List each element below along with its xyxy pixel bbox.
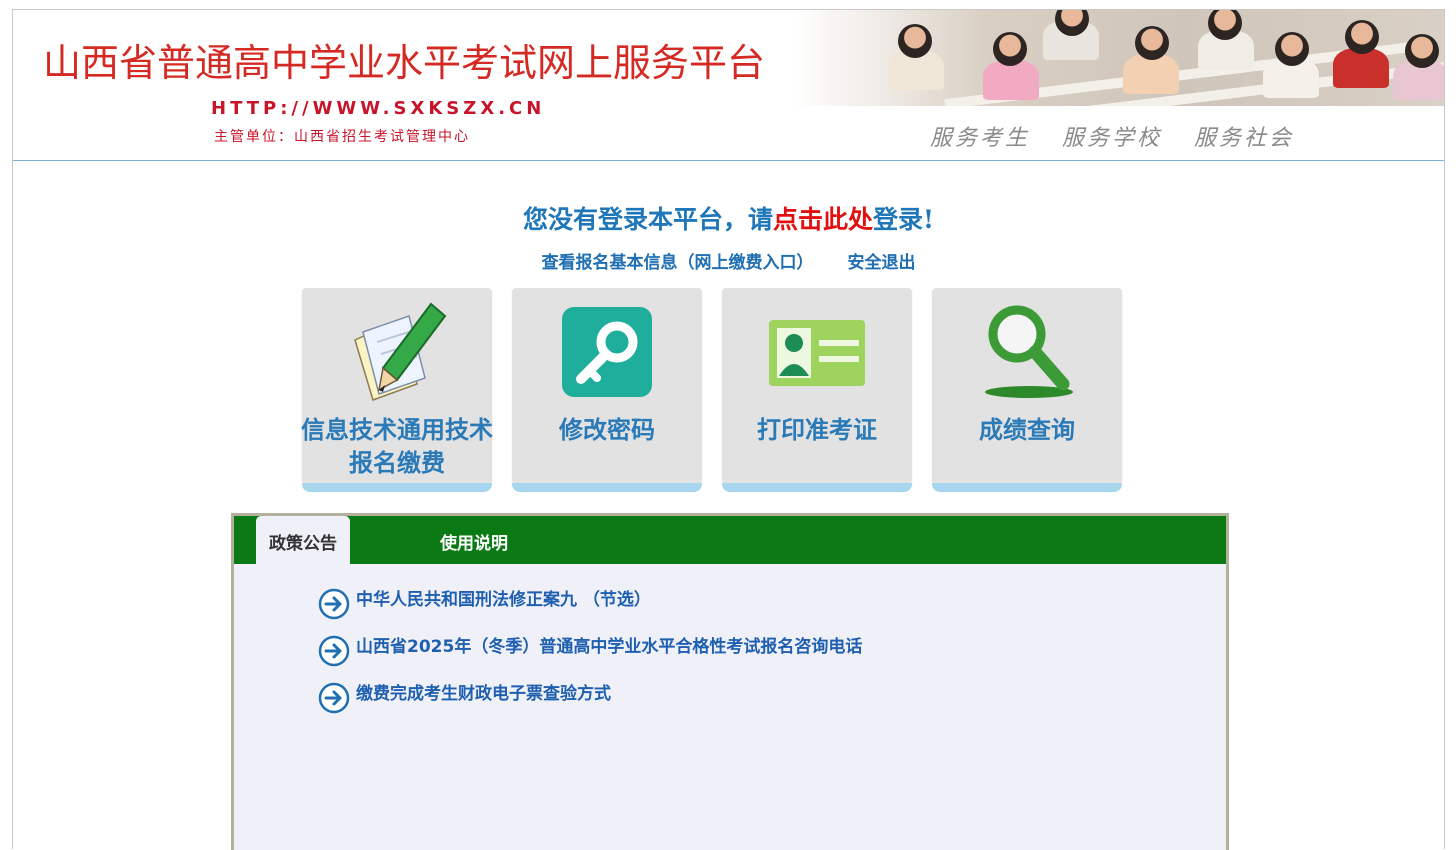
notice-title: 山西省2025年（冬季）普通高中学业水平合格性考试报名咨询电话 xyxy=(356,637,863,657)
magnifier-icon xyxy=(985,305,1073,398)
tab-policy-notices[interactable]: 政策公告 xyxy=(256,516,350,572)
page-frame: 山西省普通高中学业水平考试网上服务平台 HTTP://WWW.SXKSZX.CN… xyxy=(12,9,1445,850)
list-item[interactable]: 山西省2025年（冬季）普通高中学业水平合格性考试报名咨询电话 xyxy=(318,635,862,682)
tile-label-line1: 信息技术通用技术 xyxy=(301,416,493,444)
tile-label: 打印准考证 xyxy=(712,414,922,447)
list-item[interactable]: 缴费完成考生财政电子票查验方式 xyxy=(318,682,862,729)
tab-usage-instructions[interactable]: 使用说明 xyxy=(440,516,508,564)
notice-title: 中华人民共和国刑法修正案九 （节选） xyxy=(356,590,651,610)
site-org: 主管单位：山西省招生考试管理中心 xyxy=(214,129,470,145)
login-suffix: 登录! xyxy=(873,205,934,234)
login-link[interactable]: 点击此处 xyxy=(773,205,873,234)
tile-bar xyxy=(512,483,702,492)
tile-label-line1: 成绩查询 xyxy=(979,416,1075,444)
tile-change-password[interactable]: 修改密码 xyxy=(512,288,702,492)
tile-score-query[interactable]: 成绩查询 xyxy=(932,288,1122,492)
notice-title: 缴费完成考生财政电子票查验方式 xyxy=(356,684,611,704)
tile-label-line1: 修改密码 xyxy=(559,416,655,444)
slogan-item: 服务社会 xyxy=(1194,126,1295,151)
arrow-right-circle-icon xyxy=(318,635,350,667)
view-registration-link[interactable]: 查看报名基本信息（网上缴费入口） xyxy=(542,253,814,273)
tile-label-line2: 报名缴费 xyxy=(349,449,445,477)
id-card-icon xyxy=(769,320,865,386)
tile-label: 成绩查询 xyxy=(922,414,1132,447)
notice-list: 中华人民共和国刑法修正案九 （节选） 山西省2025年（冬季）普通高中学业水平合… xyxy=(318,588,862,729)
tile-label: 信息技术通用技术 报名缴费 xyxy=(292,414,502,480)
login-notice: 您没有登录本平台，请点击此处登录! xyxy=(13,200,1444,236)
account-links: 查看报名基本信息（网上缴费入口） 安全退出 xyxy=(13,248,1444,273)
header-photo-banner xyxy=(793,10,1444,106)
site-title: 山西省普通高中学业水平考试网上服务平台 xyxy=(43,41,766,85)
tile-label-line1: 打印准考证 xyxy=(757,416,877,444)
tile-bar xyxy=(932,483,1122,492)
tile-registration-payment[interactable]: 信息技术通用技术 报名缴费 xyxy=(301,288,493,492)
arrow-right-circle-icon xyxy=(318,588,350,620)
site-url: HTTP://WWW.SXKSZX.CN xyxy=(211,98,546,119)
key-icon xyxy=(562,307,652,397)
site-header: 山西省普通高中学业水平考试网上服务平台 HTTP://WWW.SXKSZX.CN… xyxy=(13,10,1444,161)
tab-bar: 政策公告 使用说明 xyxy=(234,516,1226,572)
tile-print-admission[interactable]: 打印准考证 xyxy=(722,288,912,492)
notice-panel: 政策公告 使用说明 中华人民共和国刑法修正案九 （节选） 山西省2025年（冬季… xyxy=(231,513,1229,850)
slogan-item: 服务学校 xyxy=(1062,126,1163,151)
tile-bar xyxy=(302,483,492,492)
slogan-item: 服务考生 xyxy=(930,126,1031,151)
logout-link[interactable]: 安全退出 xyxy=(847,253,915,273)
tile-bar xyxy=(722,483,912,492)
header-slogan: 服务考生 服务学校 服务社会 xyxy=(930,120,1316,152)
arrow-right-circle-icon xyxy=(318,682,350,714)
login-prefix: 您没有登录本平台，请 xyxy=(522,205,773,234)
list-item[interactable]: 中华人民共和国刑法修正案九 （节选） xyxy=(318,588,862,635)
tile-label: 修改密码 xyxy=(502,414,712,447)
pencil-paper-icon xyxy=(354,302,447,401)
